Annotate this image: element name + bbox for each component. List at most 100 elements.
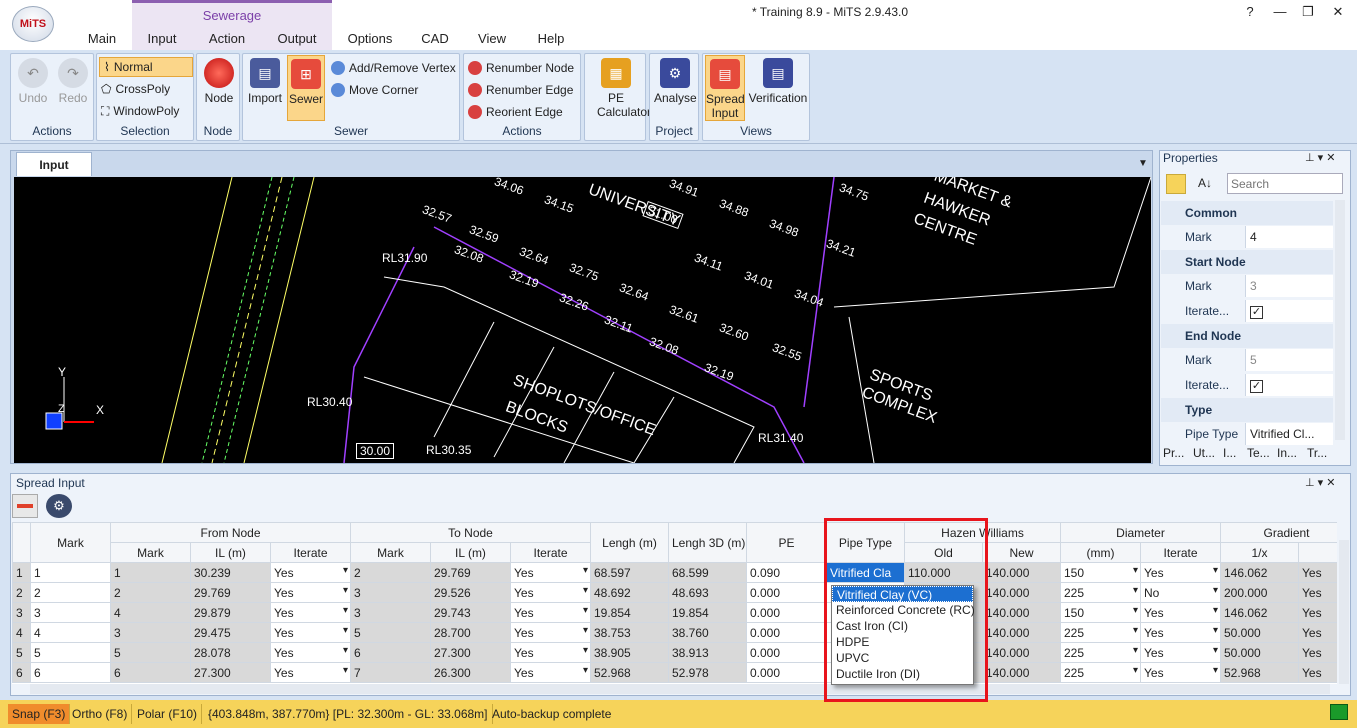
tab-help[interactable]: Help [535,31,567,46]
properties-scrollbar[interactable] [1335,200,1345,440]
tab-action[interactable]: Action [205,31,249,46]
categorized-icon[interactable] [1166,174,1186,194]
restore-icon[interactable]: ❐ [1293,2,1323,22]
polar-toggle[interactable]: Polar (F10) [133,704,203,724]
col-length[interactable]: Lengh (m) [590,522,669,563]
renumber-edge-button[interactable]: Renumber Edge [468,80,573,100]
redo-button[interactable]: ↷ Redo [55,58,91,105]
prop-start-iterate[interactable]: Iterate... ✓ [1161,299,1333,323]
cell-mark[interactable]: 1 [30,562,111,583]
category-end-node[interactable]: End Node [1161,324,1333,348]
ortho-toggle[interactable]: Ortho (F8) [68,704,133,724]
cell-pe[interactable]: 0.090 [746,562,827,583]
ptab-ut[interactable]: Ut... [1193,446,1221,460]
ptab-pr[interactable]: Pr... [1163,446,1191,460]
cell-diameter[interactable]: 225 [1060,642,1141,663]
cell-pe[interactable]: 0.000 [746,642,827,663]
undo-button[interactable]: ↶ Undo [15,58,51,105]
cell-from-iterate[interactable]: Yes [270,562,351,583]
cell-to-iterate[interactable]: Yes [510,562,591,583]
cell-from-iterate[interactable]: Yes [270,582,351,603]
remove-row-button[interactable] [12,494,38,518]
tab-view[interactable]: View [476,31,508,46]
import-button[interactable]: ▤ Import [247,58,283,105]
category-start-node[interactable]: Start Node [1161,250,1333,274]
cell-diameter[interactable]: 225 [1060,662,1141,683]
snap-toggle[interactable]: Snap (F3) [8,704,71,724]
cell-diameter-iterate[interactable]: Yes [1140,602,1221,623]
cell-to-iterate[interactable]: Yes [510,602,591,623]
ptab-tr[interactable]: Tr... [1307,446,1335,460]
cell-to-iterate[interactable]: Yes [510,582,591,603]
tab-input[interactable]: Input [144,31,180,46]
cell-diameter[interactable]: 225 [1060,622,1141,643]
category-type[interactable]: Type [1161,398,1333,422]
table-row[interactable]: 66627.300Yes726.300Yes52.96852.9780.0001… [12,662,1337,683]
table-row[interactable]: 44329.475Yes528.700Yes38.75338.7600.0001… [12,622,1337,643]
ptab-te[interactable]: Te... [1247,446,1275,460]
crosspoly-button[interactable]: ⬠ CrossPoly [101,79,170,99]
table-row[interactable]: 11130.239Yes229.769Yes68.59768.5990.090V… [12,562,1337,583]
prop-end-mark[interactable]: Mark 5 [1161,348,1333,372]
properties-search-input[interactable] [1227,173,1343,194]
pin-icon[interactable]: ⊥ ▾ ✕ [1305,151,1335,164]
prop-pipe-type-value[interactable]: Vitrified Cl... [1245,423,1333,445]
col-from-mark[interactable]: Mark [110,542,191,563]
cell-diameter[interactable]: 150 [1060,602,1141,623]
ptab-in[interactable]: In... [1277,446,1305,460]
col-diameter-iterate[interactable]: Iterate [1140,542,1221,563]
prop-end-iterate-checkbox[interactable]: ✓ [1245,374,1333,396]
normal-button[interactable]: ⌇ Normal [99,57,193,77]
col-gradient-2[interactable] [1298,542,1337,563]
prop-start-iterate-checkbox[interactable]: ✓ [1245,300,1333,322]
cad-canvas[interactable]: 34.06 34.15 32.57 32.59 32.08 32.64 32.7… [14,177,1151,463]
cell-mark[interactable]: 6 [30,662,111,683]
cell-diameter-iterate[interactable]: Yes [1140,562,1221,583]
cell-mark[interactable]: 2 [30,582,111,603]
cell-pe[interactable]: 0.000 [746,662,827,683]
col-to-il[interactable]: IL (m) [430,542,511,563]
col-to-iterate[interactable]: Iterate [510,542,591,563]
cell-to-iterate[interactable]: Yes [510,622,591,643]
spread-vertical-scrollbar[interactable] [1339,540,1349,684]
spread-input-button[interactable]: ▤ Spread Input [705,55,745,121]
col-mark[interactable]: Mark [30,522,111,563]
prop-start-mark[interactable]: Mark 3 [1161,274,1333,298]
cell-to-iterate[interactable]: Yes [510,662,591,683]
cell-from-iterate[interactable]: Yes [270,662,351,683]
move-corner-button[interactable]: Move Corner [331,80,418,100]
analyse-button[interactable]: ⚙ Analyse [654,58,697,105]
prop-mark-value[interactable]: 4 [1245,226,1333,248]
col-pe[interactable]: PE [746,522,827,563]
cell-diameter-iterate[interactable]: Yes [1140,642,1221,663]
reorient-edge-button[interactable]: Reorient Edge [468,102,563,122]
cell-pe[interactable]: 0.000 [746,602,827,623]
tab-options[interactable]: Options [344,31,396,46]
cell-to-iterate[interactable]: Yes [510,642,591,663]
help-button[interactable]: ? [1235,2,1265,22]
prop-mark[interactable]: Mark 4 [1161,225,1333,249]
prop-pipe-type[interactable]: Pipe Type Vitrified Cl... [1161,422,1333,446]
cell-pe[interactable]: 0.000 [746,622,827,643]
cell-from-iterate[interactable]: Yes [270,622,351,643]
tab-output[interactable]: Output [273,31,321,46]
cell-diameter-iterate[interactable]: No [1140,582,1221,603]
col-from-il[interactable]: IL (m) [190,542,271,563]
category-common[interactable]: Common [1161,201,1333,225]
app-logo[interactable]: MiTS [12,6,54,42]
settings-icon[interactable]: ⚙ [46,494,72,518]
cell-diameter[interactable]: 150 [1060,562,1141,583]
ptab-i[interactable]: I... [1223,446,1245,460]
table-row[interactable]: 55528.078Yes627.300Yes38.90538.9130.0001… [12,642,1337,663]
pe-calculator-button[interactable]: ▦ PE Calculator [597,58,651,119]
renumber-node-button[interactable]: Renumber Node [468,58,574,78]
col-to-mark[interactable]: Mark [350,542,431,563]
spread-pin-icon[interactable]: ⊥ ▾ ✕ [1305,476,1335,489]
sort-az-icon[interactable]: A↓ [1198,176,1212,190]
cell-diameter-iterate[interactable]: Yes [1140,622,1221,643]
tab-cad[interactable]: CAD [420,31,450,46]
tab-main[interactable]: Main [84,31,120,46]
cell-from-iterate[interactable]: Yes [270,642,351,663]
node-button[interactable]: Node [201,58,237,105]
verification-button[interactable]: ▤ Verification [747,58,809,105]
